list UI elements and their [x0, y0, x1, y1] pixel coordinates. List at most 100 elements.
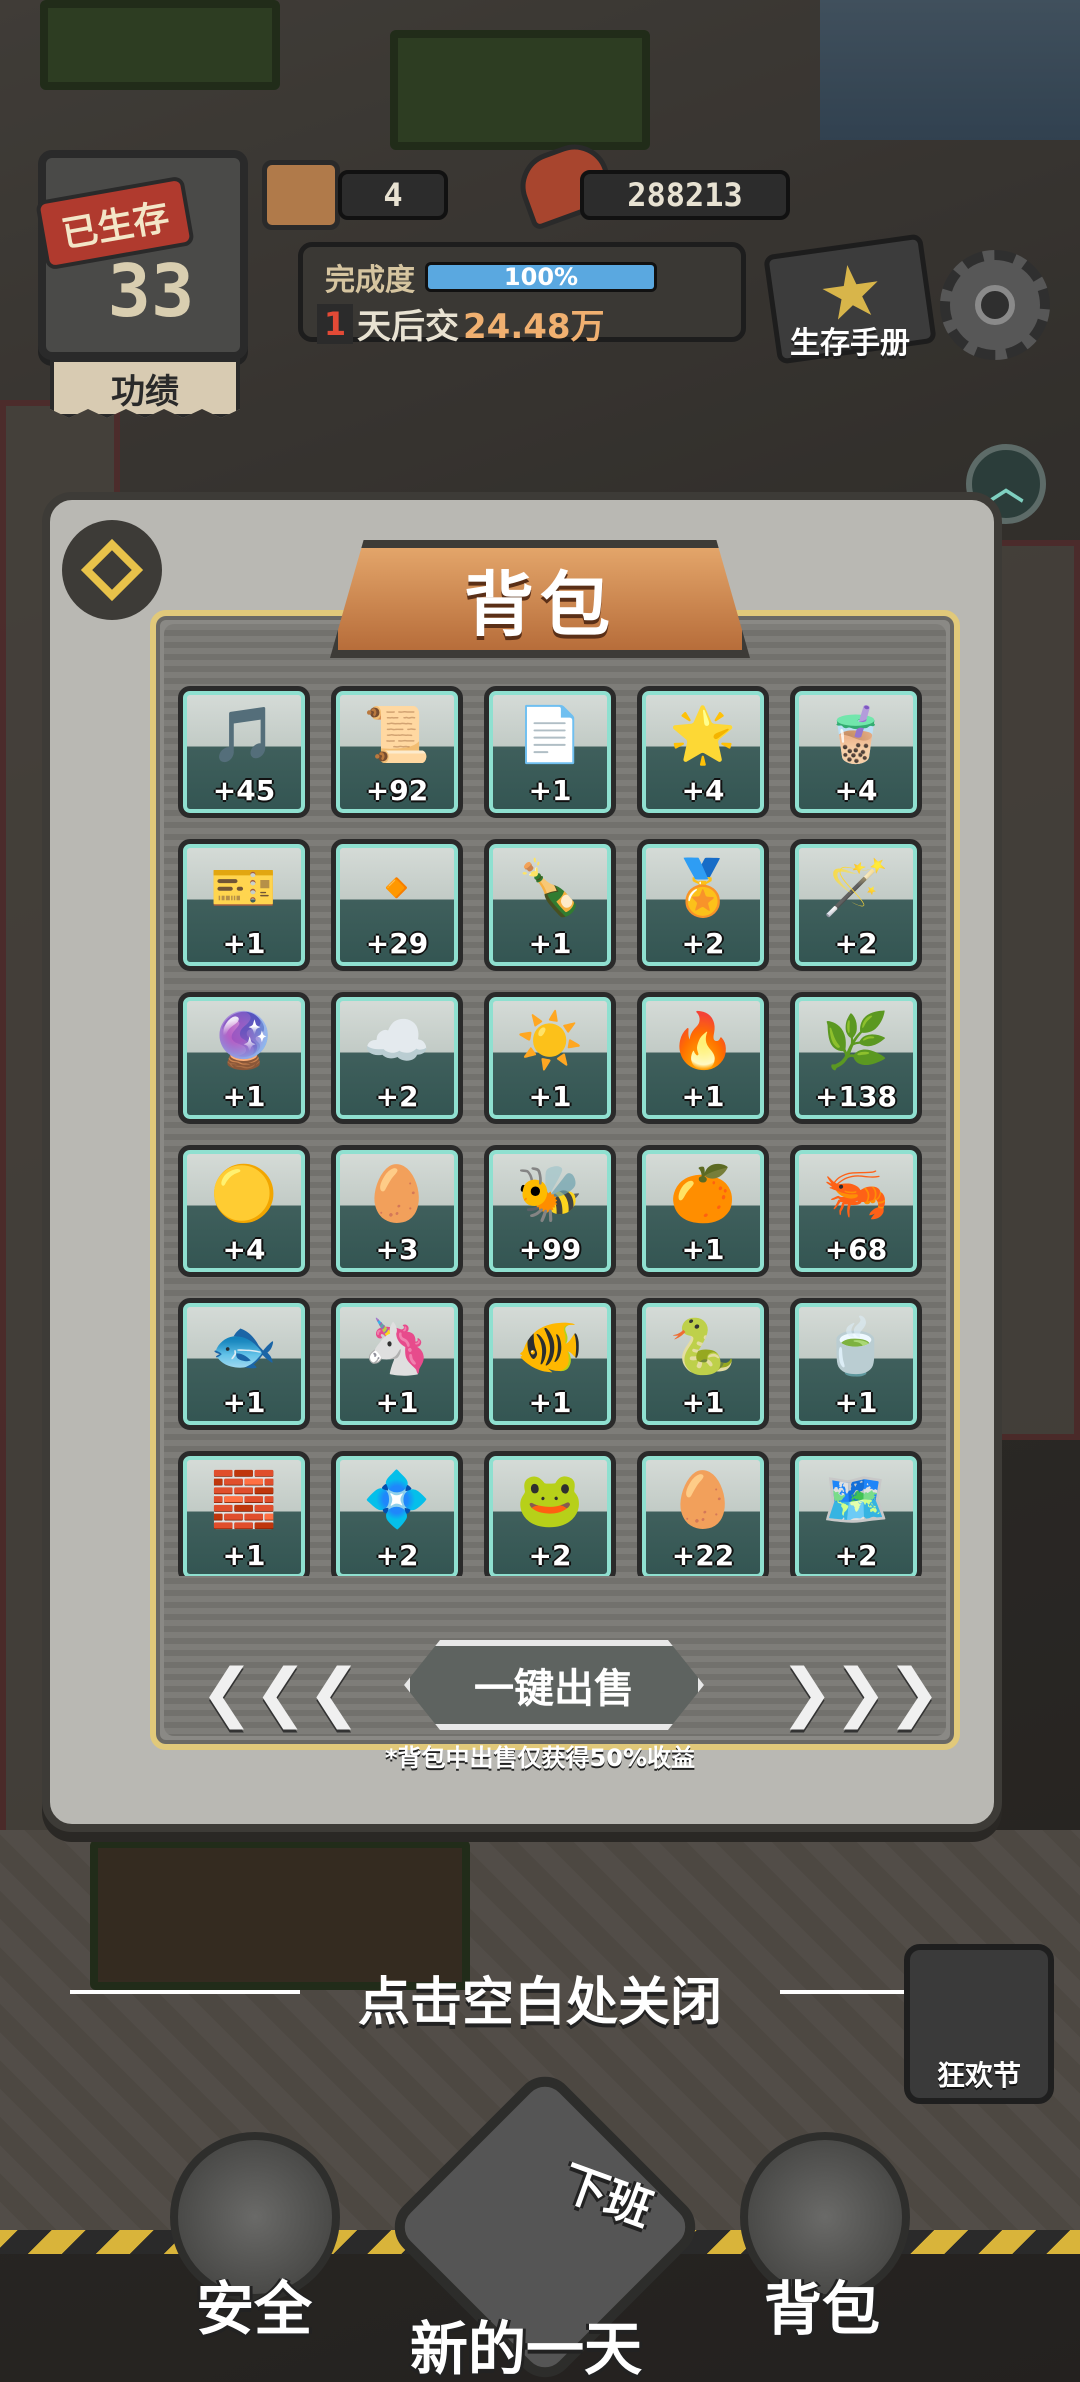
survival-calendar[interactable]: 已生存 33: [35, 150, 248, 360]
item-quantity: +1: [222, 927, 266, 960]
magic-staff-icon: 🪄: [822, 855, 890, 919]
item-slot[interactable]: 🥚 +3: [331, 1145, 463, 1277]
bee-fish-icon: 🐝: [516, 1161, 584, 1225]
completion-panel: 完成度 100% 1 天后交 24.48万: [298, 242, 746, 347]
koi-fish-icon: 🐟: [210, 1314, 278, 1378]
item-slot[interactable]: 🎫 +1: [178, 839, 310, 971]
sell-all-button[interactable]: 一键出售: [404, 1640, 704, 1730]
completion-bar: 100%: [425, 262, 657, 292]
item-slot[interactable]: 📜 +92: [331, 686, 463, 818]
treasure-map-icon: 🗺️: [822, 1467, 890, 1531]
merit-label[interactable]: 功绩: [50, 358, 240, 418]
item-quantity: +29: [365, 927, 429, 960]
item-quantity: +1: [528, 1386, 572, 1419]
completion-pct: 100%: [503, 263, 579, 291]
item-slot[interactable]: 🍾 +1: [484, 839, 616, 971]
survival-days: 33: [107, 249, 195, 333]
soda-bottle-icon: 🍾: [516, 855, 584, 919]
item-quantity: +2: [375, 1080, 419, 1113]
item-slot[interactable]: 🧋 +4: [790, 686, 922, 818]
item-slot[interactable]: 🗺️ +2: [790, 1451, 922, 1576]
item-quantity: +2: [834, 1539, 878, 1572]
item-slot[interactable]: 📄 +1: [484, 686, 616, 818]
bubble-tea-icon: 🧋: [822, 702, 890, 766]
item-slot[interactable]: 🐟 +1: [178, 1298, 310, 1430]
item-quantity: +1: [528, 1080, 572, 1113]
item-slot[interactable]: 🏅 +2: [637, 839, 769, 971]
blue-flame-icon: 🔥: [669, 1008, 737, 1072]
survival-manual-label[interactable]: 生存手册: [790, 318, 910, 362]
item-quantity: +1: [222, 1386, 266, 1419]
item-slot[interactable]: 🌟 +4: [637, 686, 769, 818]
ticket-icon: 🎫: [210, 855, 278, 919]
sell-all-label: 一键出售: [474, 1666, 634, 1712]
sun-icon: ☀️: [516, 1008, 584, 1072]
item-quantity: +4: [834, 774, 878, 807]
item-slot[interactable]: 🌿 +138: [790, 992, 922, 1124]
snake-coil-icon: 🐍: [669, 1314, 737, 1378]
right-chevrons-icon: ❯❯❯: [780, 1656, 941, 1730]
item-slot[interactable]: 💠 +2: [331, 1451, 463, 1576]
item-slot[interactable]: 🍵 +1: [790, 1298, 922, 1430]
golden-orb-icon: 🟡: [210, 1161, 278, 1225]
contract-icon: 📄: [516, 702, 584, 766]
item-slot[interactable]: 🐝 +99: [484, 1145, 616, 1277]
item-slot[interactable]: 🔸 +29: [331, 839, 463, 971]
backpack-title-plate: 背包: [330, 540, 750, 658]
item-slot[interactable]: 🪄 +2: [790, 839, 922, 971]
item-slot[interactable]: 🥚 +22: [637, 1451, 769, 1576]
item-quantity: +1: [681, 1233, 725, 1266]
completion-label: 完成度: [325, 263, 415, 298]
egg-icon: 🥚: [363, 1161, 431, 1225]
item-slot[interactable]: 🦄 +1: [331, 1298, 463, 1430]
item-slot[interactable]: ☀️ +1: [484, 992, 616, 1124]
item-slot[interactable]: 🎵 +45: [178, 686, 310, 818]
item-quantity: +1: [528, 774, 572, 807]
settings-gear-icon[interactable]: [940, 250, 1050, 360]
item-slot[interactable]: 🔥 +1: [637, 992, 769, 1124]
can-count: 4: [338, 170, 448, 220]
glowing-sun-orb-icon: 🌟: [669, 702, 737, 766]
item-slot[interactable]: 🦐 +68: [790, 1145, 922, 1277]
item-slot[interactable]: 🐍 +1: [637, 1298, 769, 1430]
due-amount: 24.48万: [463, 307, 605, 347]
backpack-nav-label[interactable]: 背包: [764, 2262, 880, 2346]
energy-orb-icon: 💠: [363, 1467, 431, 1531]
due-text: 天后交: [357, 307, 459, 347]
item-slot[interactable]: 🧱 +1: [178, 1451, 310, 1576]
devil-fruit-icon: 🍊: [669, 1161, 737, 1225]
left-chevrons-icon: ❮❮❮: [200, 1656, 361, 1730]
item-slot[interactable]: 🍊 +1: [637, 1145, 769, 1277]
shrimp-icon: 🦐: [822, 1161, 890, 1225]
green-drink-icon: 🍵: [822, 1314, 890, 1378]
item-slot[interactable]: 🟡 +4: [178, 1145, 310, 1277]
item-slot[interactable]: ☁️ +2: [331, 992, 463, 1124]
due-days: 1: [317, 303, 353, 344]
star-icon: [819, 261, 885, 327]
item-quantity: +1: [681, 1386, 725, 1419]
meat-count: 288213: [580, 170, 790, 220]
item-quantity: +4: [681, 774, 725, 807]
chip-box-icon: 🧱: [210, 1467, 278, 1531]
item-quantity: +22: [671, 1539, 735, 1572]
bullet-icon: 🔸: [363, 855, 431, 919]
item-quantity: +68: [824, 1233, 888, 1266]
new-day-label[interactable]: 新的一天: [410, 2302, 642, 2382]
magic-circle-icon: 🔮: [210, 1008, 278, 1072]
item-slot[interactable]: 🐸 +2: [484, 1451, 616, 1576]
item-quantity: +92: [365, 774, 429, 807]
item-quantity: +2: [375, 1539, 419, 1572]
item-quantity: +138: [815, 1080, 897, 1113]
item-slot[interactable]: 🐠 +1: [484, 1298, 616, 1430]
seahorse-icon: 🦄: [363, 1314, 431, 1378]
item-quantity: +1: [375, 1386, 419, 1419]
carnival-label: 狂欢节: [936, 2059, 1021, 2092]
frog-icon: 🐸: [516, 1467, 584, 1531]
safety-label[interactable]: 安全: [196, 2262, 312, 2346]
medal-badge-icon: 🏅: [669, 855, 737, 919]
item-quantity: +3: [375, 1233, 419, 1266]
item-slot[interactable]: 🔮 +1: [178, 992, 310, 1124]
blue-fish-icon: 🐠: [516, 1314, 584, 1378]
item-quantity: +4: [222, 1233, 266, 1266]
carnival-button[interactable]: 狂欢节: [904, 1944, 1054, 2104]
